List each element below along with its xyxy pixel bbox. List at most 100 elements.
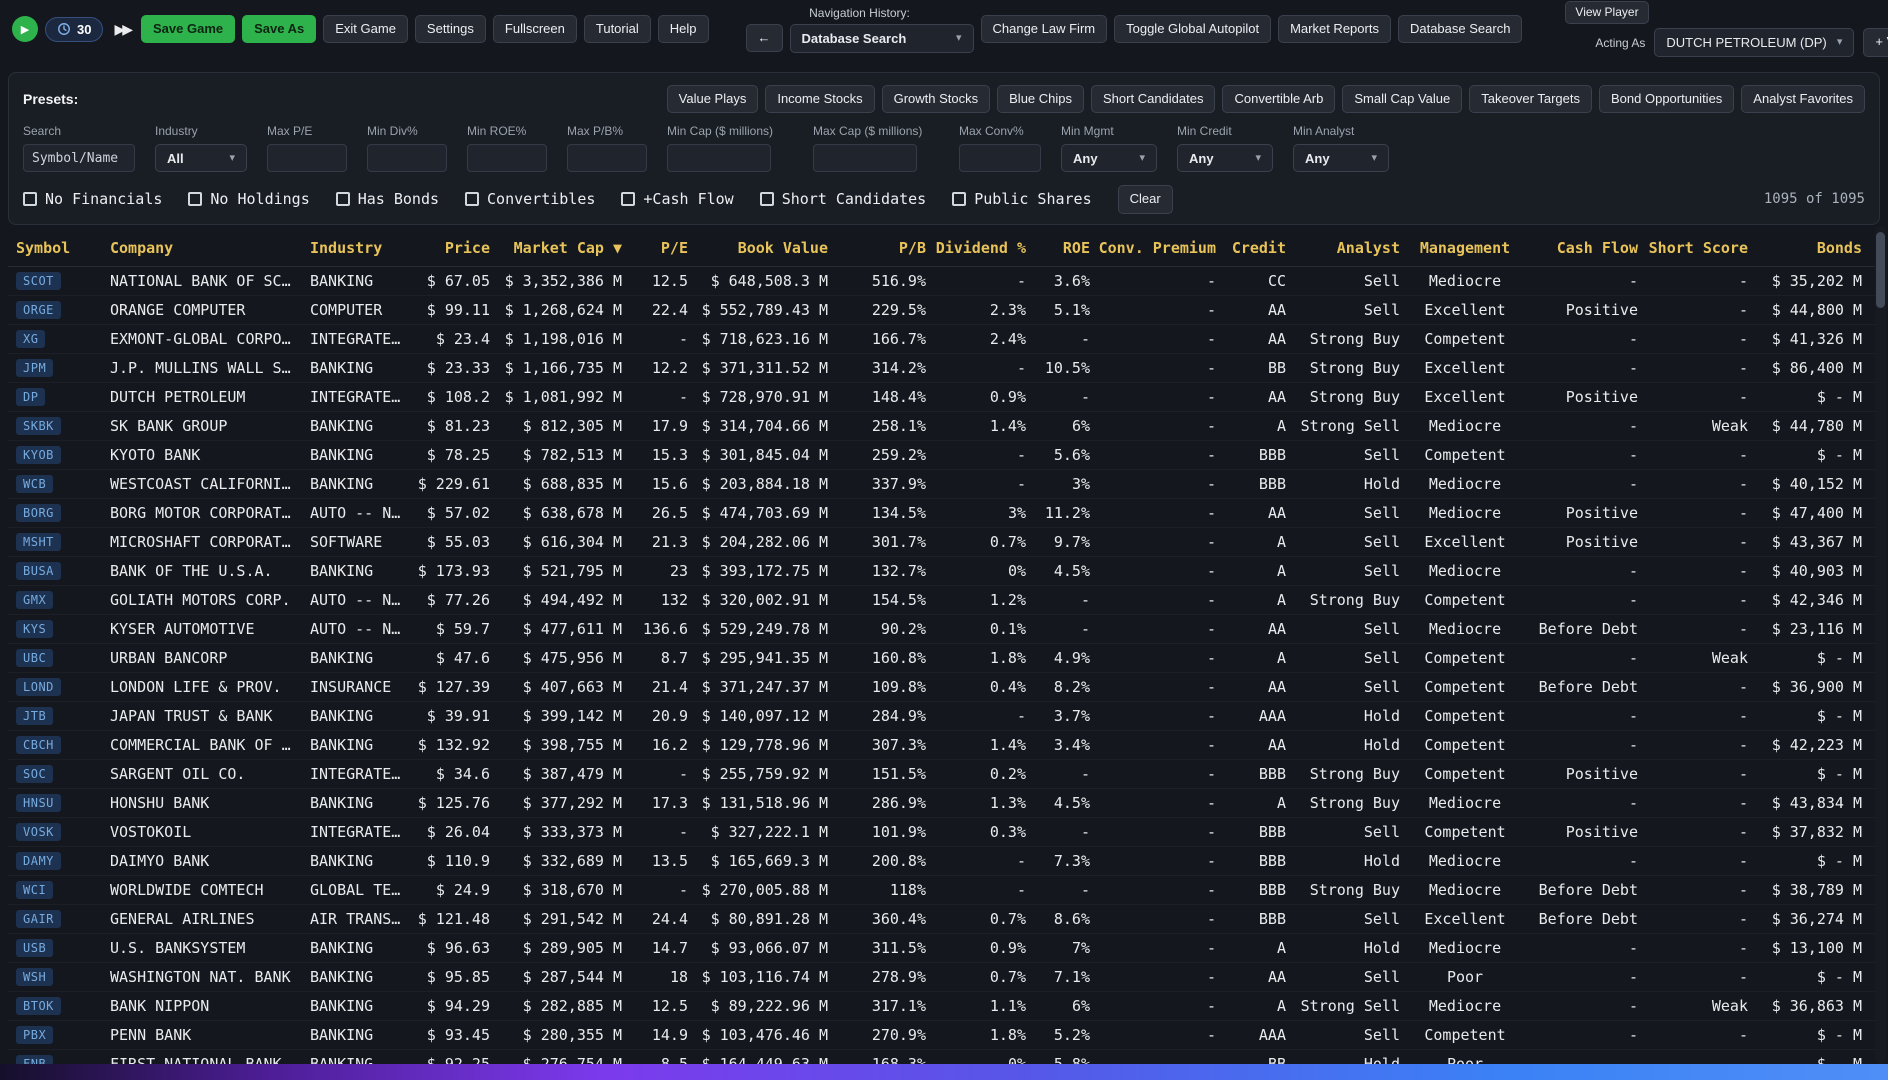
filter-checkbox[interactable]: No Financials: [23, 190, 162, 208]
max-pe-input[interactable]: [267, 144, 347, 172]
max-cap-input[interactable]: [813, 144, 917, 172]
vertical-scrollbar[interactable]: [1875, 226, 1886, 1064]
symbol-badge[interactable]: PBX: [16, 1026, 53, 1044]
symbol-badge[interactable]: XG: [16, 330, 45, 348]
toggle-global-autopilot-button[interactable]: Toggle Global Autopilot: [1114, 15, 1271, 43]
symbol-badge[interactable]: UBC: [16, 649, 53, 667]
column-header-dividend[interactable]: Dividend %: [926, 239, 1026, 257]
nav-history-dropdown[interactable]: Database Search ▾: [790, 24, 974, 53]
symbol-badge[interactable]: SCOT: [16, 272, 61, 290]
max-conv-input[interactable]: [959, 144, 1041, 172]
filter-checkbox[interactable]: Convertibles: [465, 190, 595, 208]
preset-button[interactable]: Bond Opportunities: [1599, 85, 1734, 113]
save-as-button[interactable]: Save As: [242, 15, 316, 43]
exit-game-button[interactable]: Exit Game: [323, 15, 408, 43]
symbol-badge[interactable]: SOC: [16, 765, 53, 783]
symbol-badge[interactable]: LOND: [16, 678, 61, 696]
acting-as-dropdown[interactable]: DUTCH PETROLEUM (DP) ▾: [1654, 28, 1854, 57]
column-header-price[interactable]: Price: [404, 239, 490, 257]
table-row[interactable]: KYOB KYOTO BANK BANKING $ 78.25 $ 782,51…: [8, 441, 1880, 470]
play-button[interactable]: ▶: [12, 16, 38, 42]
preset-button[interactable]: Takeover Targets: [1469, 85, 1592, 113]
table-row[interactable]: SCOT NATIONAL BANK OF SC… BANKING $ 67.0…: [8, 267, 1880, 296]
save-game-button[interactable]: Save Game: [141, 15, 235, 43]
column-header-conv-premium[interactable]: Conv. Premium: [1090, 239, 1216, 257]
table-row[interactable]: DAMY DAIMYO BANK BANKING $ 110.9 $ 332,6…: [8, 847, 1880, 876]
column-header-credit[interactable]: Credit: [1216, 239, 1286, 257]
symbol-badge[interactable]: ORGE: [16, 301, 61, 319]
preset-button[interactable]: Convertible Arb: [1222, 85, 1335, 113]
symbol-badge[interactable]: BTOK: [16, 997, 61, 1015]
checkbox-box[interactable]: [621, 192, 635, 206]
table-row[interactable]: BTOK BANK NIPPON BANKING $ 94.29 $ 282,8…: [8, 992, 1880, 1021]
table-row[interactable]: MSHT MICROSHAFT CORPORAT… SOFTWARE $ 55.…: [8, 528, 1880, 557]
symbol-badge[interactable]: KYS: [16, 620, 53, 638]
market-reports-button[interactable]: Market Reports: [1278, 15, 1391, 43]
symbol-badge[interactable]: BORG: [16, 504, 61, 522]
table-row[interactable]: DP DUTCH PETROLEUM INTEGRATE… $ 108.2 $ …: [8, 383, 1880, 412]
table-row[interactable]: BORG BORG MOTOR CORPORAT… AUTO -- N… $ 5…: [8, 499, 1880, 528]
checkbox-box[interactable]: [952, 192, 966, 206]
min-mgmt-select[interactable]: Any ▾: [1061, 144, 1157, 172]
table-row[interactable]: USB U.S. BANKSYSTEM BANKING $ 96.63 $ 28…: [8, 934, 1880, 963]
table-row[interactable]: WCI WORLDWIDE COMTECH GLOBAL TE… $ 24.9 …: [8, 876, 1880, 905]
column-header-industry[interactable]: Industry: [294, 239, 404, 257]
tutorial-button[interactable]: Tutorial: [584, 15, 651, 43]
preset-button[interactable]: Analyst Favorites: [1741, 85, 1865, 113]
column-header-pe[interactable]: P/E: [622, 239, 688, 257]
min-analyst-select[interactable]: Any ▾: [1293, 144, 1389, 172]
symbol-badge[interactable]: DP: [16, 388, 45, 406]
symbol-badge[interactable]: DAMY: [16, 852, 61, 870]
filter-checkbox[interactable]: +Cash Flow: [621, 190, 733, 208]
symbol-badge[interactable]: GAIR: [16, 910, 61, 928]
help-button[interactable]: Help: [658, 15, 709, 43]
view-player-button[interactable]: View Player: [1565, 1, 1648, 24]
column-header-management[interactable]: Management: [1400, 239, 1530, 257]
max-pb-input[interactable]: [567, 144, 647, 172]
checkbox-box[interactable]: [465, 192, 479, 206]
symbol-badge[interactable]: JPM: [16, 359, 53, 377]
clear-button[interactable]: Clear: [1118, 185, 1173, 213]
preset-button[interactable]: Short Candidates: [1091, 85, 1215, 113]
scrollbar-thumb[interactable]: [1876, 232, 1885, 308]
preset-button[interactable]: Value Plays: [667, 85, 759, 113]
column-header-pb[interactable]: P/B: [828, 239, 926, 257]
settings-button[interactable]: Settings: [415, 15, 486, 43]
symbol-badge[interactable]: BUSA: [16, 562, 61, 580]
table-row[interactable]: JTB JAPAN TRUST & BANK BANKING $ 39.91 $…: [8, 702, 1880, 731]
symbol-badge[interactable]: JTB: [16, 707, 53, 725]
turn-counter[interactable]: 30: [45, 17, 103, 42]
column-header-cash-flow[interactable]: Cash Flow: [1530, 239, 1638, 257]
view-button[interactable]: + View: [1863, 28, 1888, 56]
symbol-badge[interactable]: WCI: [16, 881, 53, 899]
checkbox-box[interactable]: [760, 192, 774, 206]
column-header-market-cap[interactable]: Market Cap ▼: [490, 239, 622, 257]
table-row[interactable]: SKBK SK BANK GROUP BANKING $ 81.23 $ 812…: [8, 412, 1880, 441]
nav-back-button[interactable]: ←: [746, 24, 783, 52]
column-header-symbol[interactable]: Symbol: [8, 239, 94, 257]
checkbox-box[interactable]: [336, 192, 350, 206]
table-row[interactable]: UBC URBAN BANCORP BANKING $ 47.6 $ 475,9…: [8, 644, 1880, 673]
table-row[interactable]: WSH WASHINGTON NAT. BANK BANKING $ 95.85…: [8, 963, 1880, 992]
min-cap-input[interactable]: [667, 144, 771, 172]
table-row[interactable]: HNSU HONSHU BANK BANKING $ 125.76 $ 377,…: [8, 789, 1880, 818]
symbol-badge[interactable]: WSH: [16, 968, 53, 986]
filter-checkbox[interactable]: Short Candidates: [760, 190, 927, 208]
symbol-badge[interactable]: VOSK: [16, 823, 61, 841]
table-row[interactable]: WCB WESTCOAST CALIFORNI… BANKING $ 229.6…: [8, 470, 1880, 499]
column-header-company[interactable]: Company: [94, 239, 294, 257]
table-row[interactable]: JPM J.P. MULLINS WALL S… BANKING $ 23.33…: [8, 354, 1880, 383]
min-credit-select[interactable]: Any ▾: [1177, 144, 1273, 172]
column-header-book-value[interactable]: Book Value: [688, 239, 828, 257]
filter-checkbox[interactable]: Has Bonds: [336, 190, 439, 208]
table-row[interactable]: SOC SARGENT OIL CO. INTEGRATE… $ 34.6 $ …: [8, 760, 1880, 789]
column-header-roe[interactable]: ROE: [1026, 239, 1090, 257]
preset-button[interactable]: Growth Stocks: [882, 85, 991, 113]
change-law-firm-button[interactable]: Change Law Firm: [981, 15, 1108, 43]
symbol-badge[interactable]: CBCH: [16, 736, 61, 754]
symbol-badge[interactable]: GMX: [16, 591, 53, 609]
table-row[interactable]: GAIR GENERAL AIRLINES AIR TRANS… $ 121.4…: [8, 905, 1880, 934]
min-div-input[interactable]: [367, 144, 447, 172]
table-row[interactable]: CBCH COMMERCIAL BANK OF … BANKING $ 132.…: [8, 731, 1880, 760]
filter-checkbox[interactable]: No Holdings: [188, 190, 309, 208]
